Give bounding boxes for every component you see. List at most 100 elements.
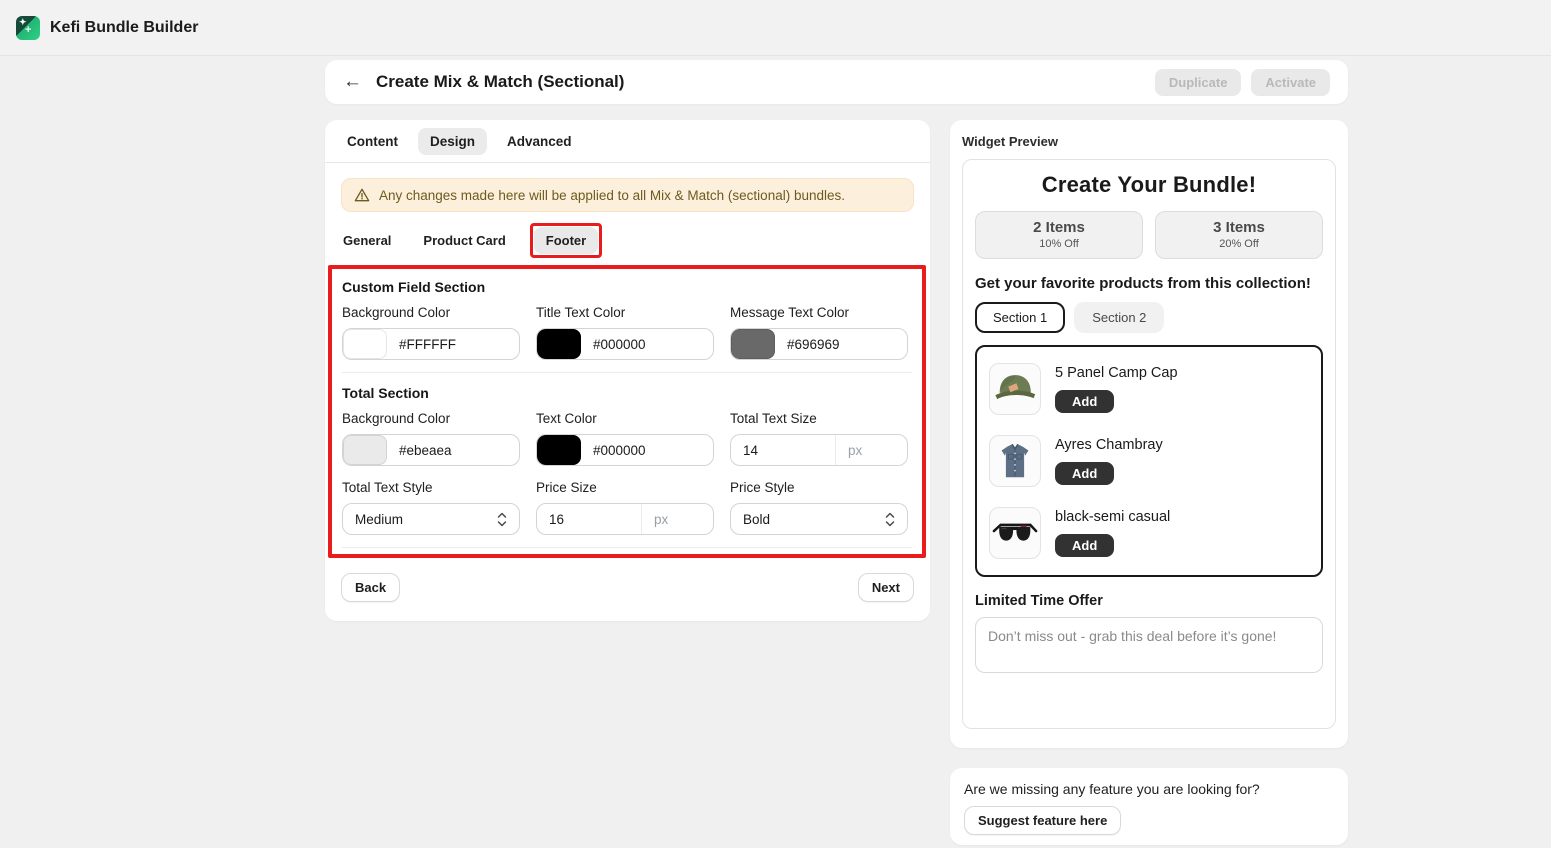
section-1-tab[interactable]: Section 1: [975, 302, 1065, 333]
subtab-footer[interactable]: Footer: [534, 227, 598, 254]
field-label: Background Color: [342, 411, 520, 426]
section-tabs: Section 1 Section 2: [975, 302, 1323, 333]
app-title: Kefi Bundle Builder: [50, 19, 198, 37]
duplicate-button[interactable]: Duplicate: [1155, 69, 1242, 96]
back-button[interactable]: Back: [341, 573, 400, 602]
suggest-feature-button[interactable]: Suggest feature here: [964, 806, 1121, 835]
wizard-nav: Back Next: [341, 573, 914, 602]
field-price-style: Price Style Bold: [730, 480, 908, 535]
color-swatch[interactable]: [731, 329, 775, 359]
footer-tab-annotation-box: Footer: [530, 223, 602, 258]
total-text-color-input[interactable]: #000000: [536, 434, 714, 466]
warning-triangle-icon: [354, 187, 370, 203]
subtab-product-card[interactable]: Product Card: [415, 227, 513, 254]
editor-tabs: Content Design Advanced: [325, 120, 930, 163]
custom-field-section-heading: Custom Field Section: [342, 279, 912, 295]
custom-field-section-fields: Background Color #FFFFFF Title Text Colo…: [342, 305, 912, 360]
tier-items-label: 3 Items: [1156, 219, 1322, 236]
design-subtabs: General Product Card Footer: [335, 223, 920, 257]
field-title-text-color: Title Text Color #000000: [536, 305, 714, 360]
size-value[interactable]: 14: [731, 443, 835, 458]
field-total-background-color: Background Color #ebeaea: [342, 411, 520, 466]
color-value[interactable]: #696969: [775, 337, 840, 352]
add-product-button[interactable]: Add: [1055, 390, 1114, 413]
subtab-general[interactable]: General: [335, 227, 399, 254]
color-swatch[interactable]: [537, 329, 581, 359]
tier-discount-label: 10% Off: [976, 238, 1142, 250]
top-app-bar: ✦ + Kefi Bundle Builder: [0, 0, 1551, 56]
total-background-color-input[interactable]: #ebeaea: [342, 434, 520, 466]
select-value: Bold: [743, 512, 770, 527]
add-product-button[interactable]: Add: [1055, 462, 1114, 485]
page-header: ← Create Mix & Match (Sectional) Duplica…: [325, 60, 1348, 104]
field-total-text-color: Text Color #000000: [536, 411, 714, 466]
tab-content[interactable]: Content: [335, 128, 410, 155]
message-text-color-input[interactable]: #696969: [730, 328, 908, 360]
product-name: Ayres Chambray: [1055, 437, 1163, 453]
field-label: Title Text Color: [536, 305, 714, 320]
product-row: Ayres Chambray Add: [977, 425, 1321, 497]
product-info: black-semi casual Add: [1055, 507, 1170, 557]
field-label: Message Text Color: [730, 305, 908, 320]
tab-design[interactable]: Design: [418, 128, 487, 155]
color-swatch[interactable]: [343, 329, 387, 359]
cap-product-image: [989, 363, 1041, 415]
color-swatch[interactable]: [343, 435, 387, 465]
kefi-logo-icon: ✦ +: [16, 16, 40, 40]
select-stepper-icon: [885, 512, 895, 527]
widget-preview-card: Create Your Bundle! 2 Items 10% Off 3 It…: [962, 159, 1336, 729]
product-list: 5 Panel Camp Cap Add: [975, 345, 1323, 577]
field-label: Price Size: [536, 480, 714, 495]
color-value[interactable]: #000000: [581, 443, 646, 458]
warning-text: Any changes made here will be applied to…: [379, 188, 845, 203]
product-name: 5 Panel Camp Cap: [1055, 365, 1178, 381]
field-label: Text Color: [536, 411, 714, 426]
sunglasses-product-image: [989, 507, 1041, 559]
next-button[interactable]: Next: [858, 573, 914, 602]
activate-button[interactable]: Activate: [1251, 69, 1330, 96]
tier-items-label: 2 Items: [976, 219, 1142, 236]
px-unit-suffix: px: [641, 504, 713, 534]
product-info: 5 Panel Camp Cap Add: [1055, 363, 1178, 413]
price-size-input[interactable]: 16 px: [536, 503, 714, 535]
product-row: black-semi casual Add: [977, 497, 1321, 569]
tab-advanced[interactable]: Advanced: [495, 128, 584, 155]
page-title: Create Mix & Match (Sectional): [376, 72, 624, 92]
background-color-input[interactable]: #FFFFFF: [342, 328, 520, 360]
total-text-size-input[interactable]: 14 px: [730, 434, 908, 466]
widget-preview-panel: Widget Preview Create Your Bundle! 2 Ite…: [950, 120, 1348, 748]
title-text-color-input[interactable]: #000000: [536, 328, 714, 360]
collection-subtitle: Get your favorite products from this col…: [975, 275, 1323, 292]
warning-banner: Any changes made here will be applied to…: [341, 178, 914, 212]
section-2-tab[interactable]: Section 2: [1074, 302, 1164, 333]
section-divider: [342, 372, 912, 373]
color-value[interactable]: #FFFFFF: [387, 337, 456, 352]
px-unit-suffix: px: [835, 435, 907, 465]
add-product-button[interactable]: Add: [1055, 534, 1114, 557]
total-text-style-select[interactable]: Medium: [342, 503, 520, 535]
bundle-title: Create Your Bundle!: [975, 172, 1323, 198]
tier-2-items-button[interactable]: 2 Items 10% Off: [975, 211, 1143, 259]
limited-time-offer-label: Limited Time Offer: [975, 593, 1323, 609]
footer-form-annotation-box: Custom Field Section Background Color #F…: [328, 265, 926, 558]
product-info: Ayres Chambray Add: [1055, 435, 1163, 485]
color-value[interactable]: #000000: [581, 337, 646, 352]
back-arrow-icon[interactable]: ←: [343, 71, 362, 93]
feature-feedback-card: Are we missing any feature you are looki…: [950, 768, 1348, 845]
product-row: 5 Panel Camp Cap Add: [977, 353, 1321, 425]
select-stepper-icon: [497, 512, 507, 527]
tier-3-items-button[interactable]: 3 Items 20% Off: [1155, 211, 1323, 259]
size-value[interactable]: 16: [537, 512, 641, 527]
tier-buttons: 2 Items 10% Off 3 Items 20% Off: [975, 211, 1323, 259]
field-label: Total Text Size: [730, 411, 908, 426]
editor-card: Content Design Advanced Any changes made…: [325, 120, 930, 621]
color-value[interactable]: #ebeaea: [387, 443, 452, 458]
color-swatch[interactable]: [537, 435, 581, 465]
field-label: Total Text Style: [342, 480, 520, 495]
offer-message-input[interactable]: [975, 617, 1323, 673]
field-label: Background Color: [342, 305, 520, 320]
select-value: Medium: [355, 512, 403, 527]
field-message-text-color: Message Text Color #696969: [730, 305, 908, 360]
total-section-fields-row2: Total Text Style Medium Price Size 16 px: [342, 480, 912, 535]
price-style-select[interactable]: Bold: [730, 503, 908, 535]
